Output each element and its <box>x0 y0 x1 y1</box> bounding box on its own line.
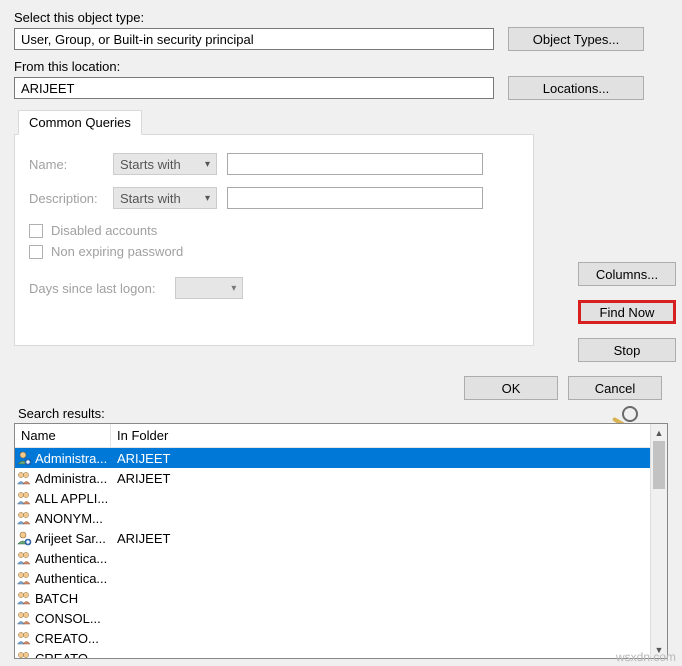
group-icon <box>15 490 33 506</box>
object-types-button[interactable]: Object Types... <box>508 27 644 51</box>
object-type-label: Select this object type: <box>14 10 668 25</box>
non-expiring-checkbox[interactable] <box>29 245 43 259</box>
stop-button[interactable]: Stop <box>578 338 676 362</box>
results-header: Name In Folder <box>15 424 667 448</box>
table-row[interactable]: Authentica... <box>15 568 667 588</box>
group-icon <box>15 610 33 626</box>
description-input[interactable] <box>227 187 483 209</box>
results-scrollbar[interactable]: ▲ ▼ <box>650 424 667 658</box>
table-row[interactable]: Authentica... <box>15 548 667 568</box>
disabled-accounts-label: Disabled accounts <box>51 223 157 238</box>
locations-button[interactable]: Locations... <box>508 76 644 100</box>
cancel-button[interactable]: Cancel <box>568 376 662 400</box>
chevron-down-icon: ▾ <box>231 283 236 294</box>
name-input[interactable] <box>227 153 483 175</box>
group-icon <box>15 470 33 486</box>
cell-name: ANONYM... <box>33 511 111 526</box>
table-row[interactable]: BATCH <box>15 588 667 608</box>
scroll-up-icon[interactable]: ▲ <box>651 424 667 441</box>
days-logon-label: Days since last logon: <box>29 281 155 296</box>
cell-name: CONSOL... <box>33 611 111 626</box>
table-row[interactable]: Administra...ARIJEET <box>15 448 667 468</box>
cell-folder: ARIJEET <box>111 531 170 546</box>
chevron-down-icon: ▾ <box>205 159 210 170</box>
col-folder[interactable]: In Folder <box>111 424 667 447</box>
table-row[interactable]: CREATO... <box>15 648 667 658</box>
disabled-accounts-checkbox[interactable] <box>29 224 43 238</box>
cell-name: CREATO... <box>33 631 111 646</box>
group-icon <box>15 510 33 526</box>
watermark: wsxdn.com <box>616 650 676 664</box>
group-icon <box>15 590 33 606</box>
search-results-label: Search results: <box>18 406 668 421</box>
scroll-thumb[interactable] <box>653 441 665 489</box>
cell-name: Authentica... <box>33 551 111 566</box>
chevron-down-icon: ▾ <box>205 193 210 204</box>
group-icon <box>15 550 33 566</box>
user-icon <box>15 530 33 546</box>
cell-folder: ARIJEET <box>111 471 170 486</box>
object-type-input[interactable] <box>14 28 494 50</box>
cell-name: Arijeet Sar... <box>33 531 111 546</box>
name-label: Name: <box>29 157 103 172</box>
location-label: From this location: <box>14 59 668 74</box>
description-mode-combo[interactable]: Starts with ▾ <box>113 187 217 209</box>
query-panel: Name: Starts with ▾ Description: Starts … <box>14 134 534 346</box>
group-icon <box>15 650 33 658</box>
tab-common-queries[interactable]: Common Queries <box>18 110 142 135</box>
table-row[interactable]: ALL APPLI... <box>15 488 667 508</box>
ok-button[interactable]: OK <box>464 376 558 400</box>
cell-name: Administra... <box>33 471 111 486</box>
find-now-button[interactable]: Find Now <box>578 300 676 324</box>
group-icon <box>15 630 33 646</box>
user-icon <box>15 450 33 466</box>
cell-name: CREATO... <box>33 651 111 659</box>
cell-folder: ARIJEET <box>111 451 170 466</box>
cell-name: BATCH <box>33 591 111 606</box>
col-name[interactable]: Name <box>15 424 111 447</box>
cell-name: Administra... <box>33 451 111 466</box>
table-row[interactable]: CONSOL... <box>15 608 667 628</box>
results-grid: Name In Folder Administra...ARIJEETAdmin… <box>14 423 668 659</box>
non-expiring-label: Non expiring password <box>51 244 183 259</box>
columns-button[interactable]: Columns... <box>578 262 676 286</box>
group-icon <box>15 570 33 586</box>
name-mode-combo[interactable]: Starts with ▾ <box>113 153 217 175</box>
cell-name: Authentica... <box>33 571 111 586</box>
table-row[interactable]: Arijeet Sar...ARIJEET <box>15 528 667 548</box>
cell-name: ALL APPLI... <box>33 491 111 506</box>
location-input[interactable] <box>14 77 494 99</box>
table-row[interactable]: ANONYM... <box>15 508 667 528</box>
description-label: Description: <box>29 191 103 206</box>
table-row[interactable]: CREATO... <box>15 628 667 648</box>
table-row[interactable]: Administra...ARIJEET <box>15 468 667 488</box>
days-logon-combo[interactable]: ▾ <box>175 277 243 299</box>
